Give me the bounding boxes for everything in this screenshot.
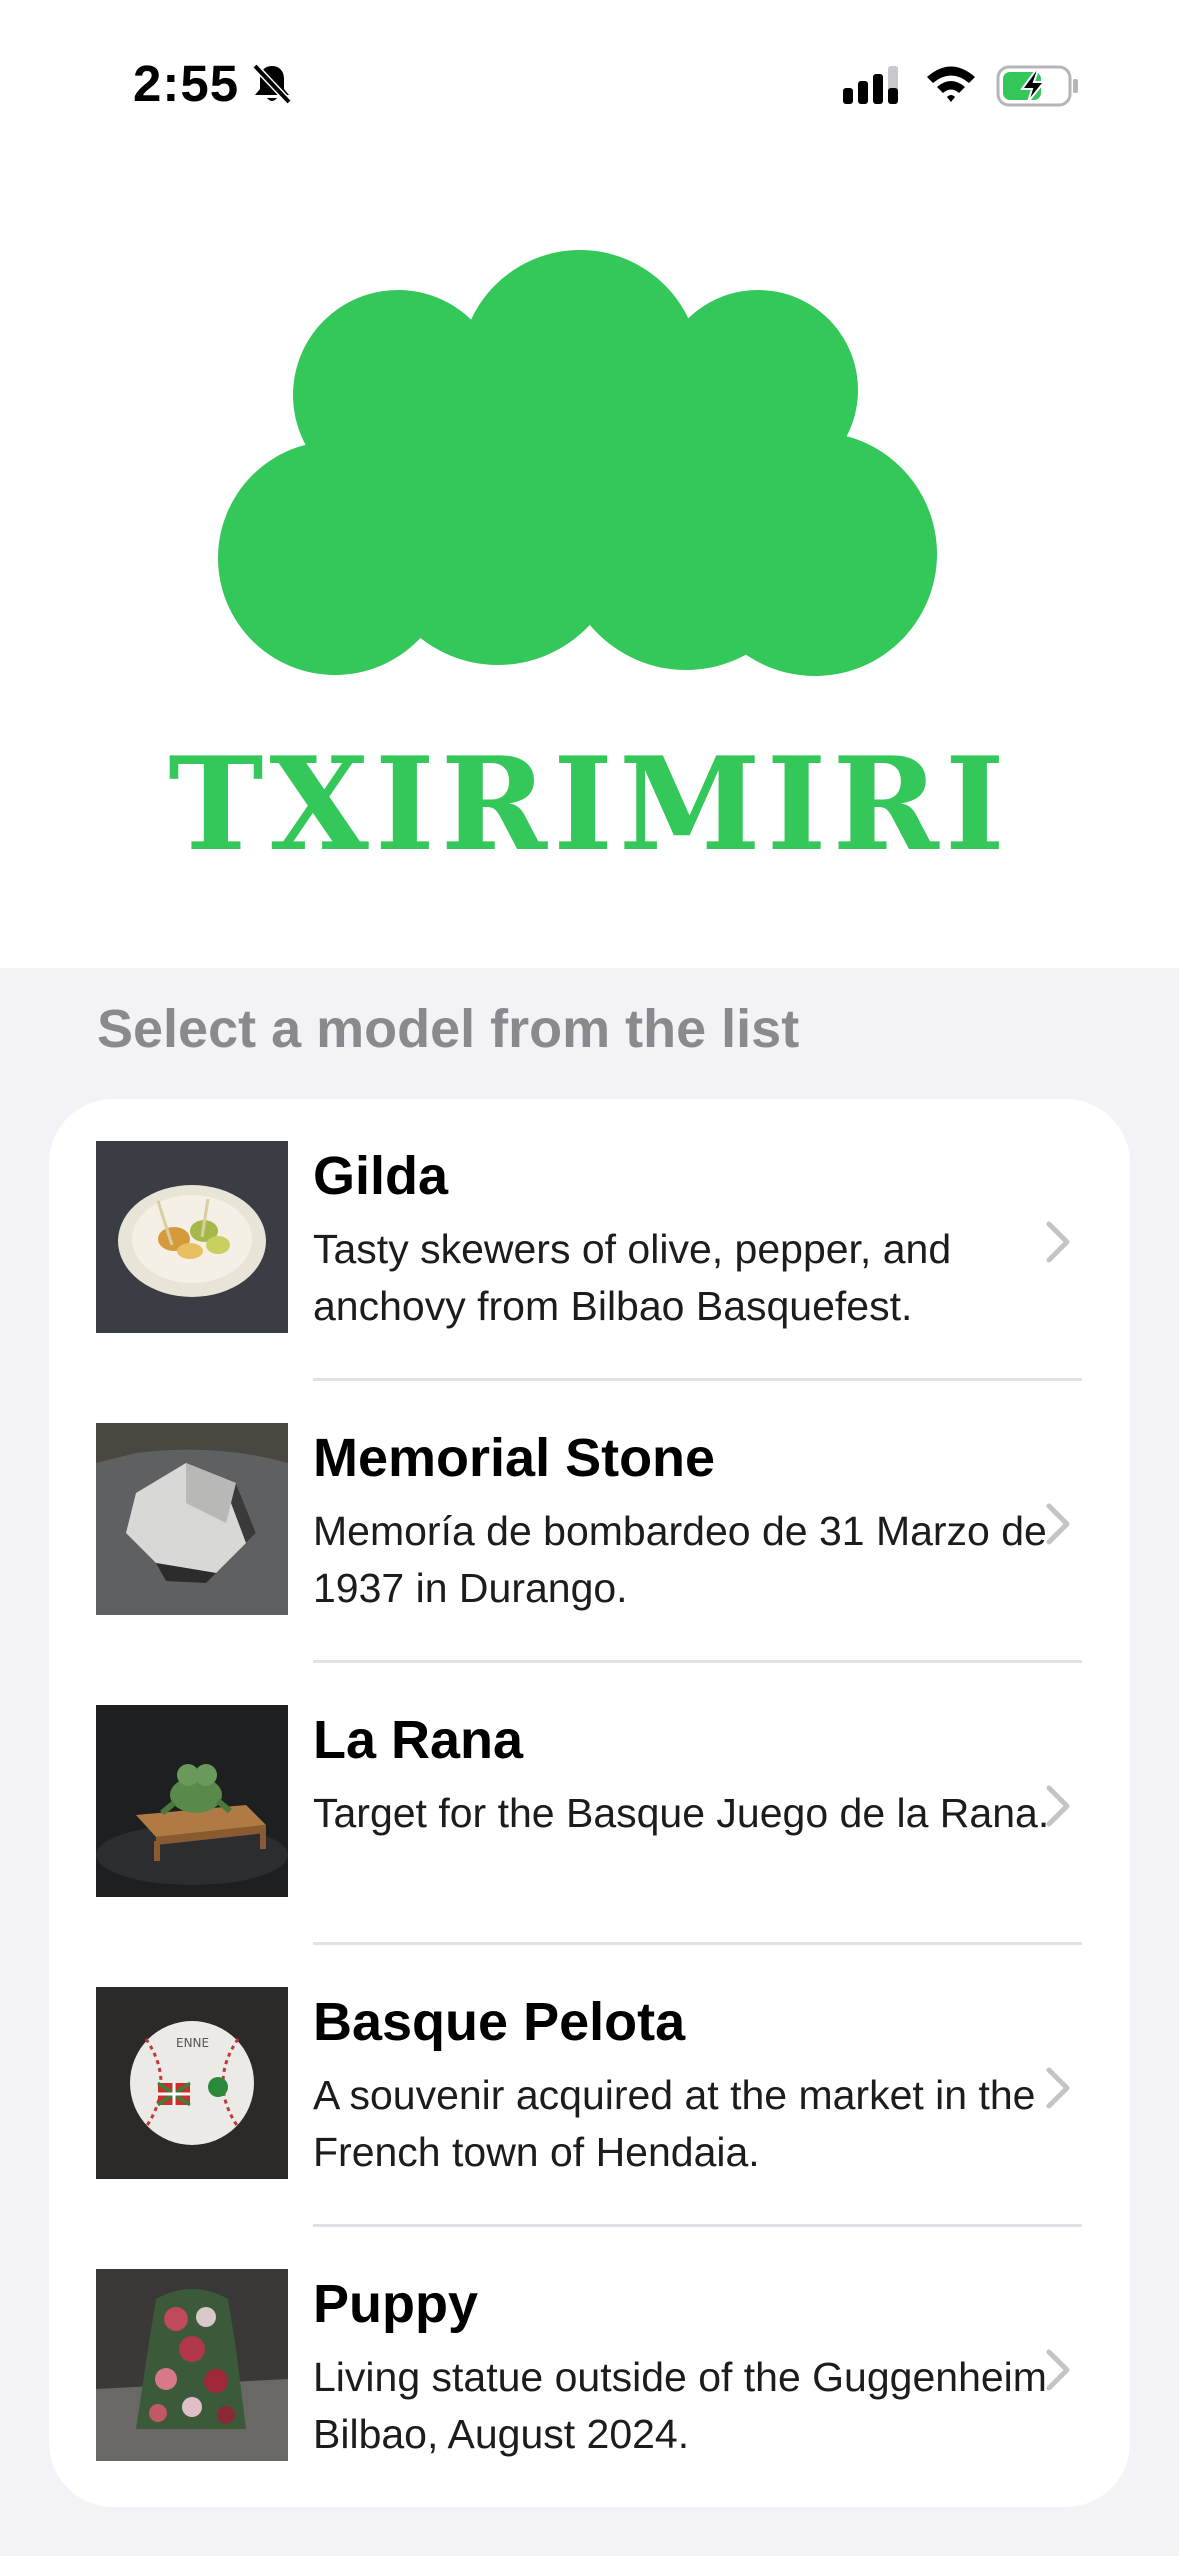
header-area: 2:55 TXIRIMIRI	[0, 0, 1179, 968]
list-item-description: Living statue outside of the Guggenheim …	[313, 2354, 1047, 2457]
chevron-right-icon	[1043, 2065, 1073, 2116]
list-item-basque-pelota[interactable]: ENNE Basque Pelota A souvenir acquired a…	[49, 1945, 1130, 2227]
memorial-stone-thumbnail	[96, 1423, 288, 1615]
list-item-puppy[interactable]: Puppy Living statue outside of the Gugge…	[49, 2227, 1130, 2507]
status-time: 2:55	[133, 55, 240, 112]
model-list: Gilda Tasty skewers of olive, pepper, an…	[49, 1099, 1130, 2507]
cellular-signal-icon	[843, 66, 903, 111]
wifi-icon	[925, 64, 977, 109]
bell-slash-icon	[250, 62, 294, 111]
chevron-right-icon	[1043, 2347, 1073, 2398]
basque-pelota-thumbnail: ENNE	[96, 1987, 288, 2179]
la-rana-thumbnail	[96, 1705, 288, 1897]
list-item-title: Basque Pelota	[313, 1992, 686, 2052]
list-item-description: A souvenir acquired at the market in the…	[313, 2072, 1036, 2175]
chevron-right-icon	[1043, 1219, 1073, 1270]
list-item-description: Memoría de bombardeo de 31 Marzo de 1937…	[313, 1508, 1047, 1611]
list-item-gilda[interactable]: Gilda Tasty skewers of olive, pepper, an…	[49, 1099, 1130, 1381]
gilda-thumbnail	[96, 1141, 288, 1333]
puppy-thumbnail	[96, 2269, 288, 2461]
status-bar: 2:55	[0, 0, 1179, 150]
list-section-header: Select a model from the list	[97, 999, 800, 1059]
list-item-title: Gilda	[313, 1146, 449, 1206]
brand-wordmark: TXIRIMIRI	[168, 730, 1011, 880]
list-item-title: La Rana	[313, 1710, 524, 1770]
chevron-right-icon	[1043, 1501, 1073, 1552]
list-item-memorial-stone[interactable]: Memorial Stone Memoría de bombardeo de 3…	[49, 1381, 1130, 1663]
chevron-right-icon	[1043, 1783, 1073, 1834]
list-item-title: Puppy	[313, 2274, 479, 2334]
list-item-title: Memorial Stone	[313, 1428, 716, 1488]
list-item-la-rana[interactable]: La Rana Target for the Basque Juego de l…	[49, 1663, 1130, 1945]
list-item-description: Tasty skewers of olive, pepper, and anch…	[313, 1226, 952, 1329]
battery-charging-icon	[996, 64, 1080, 113]
list-item-description: Target for the Basque Juego de la Rana.	[313, 1790, 1050, 1836]
cloud-logo	[218, 250, 968, 685]
svg-text:ENNE: ENNE	[176, 2036, 209, 2050]
